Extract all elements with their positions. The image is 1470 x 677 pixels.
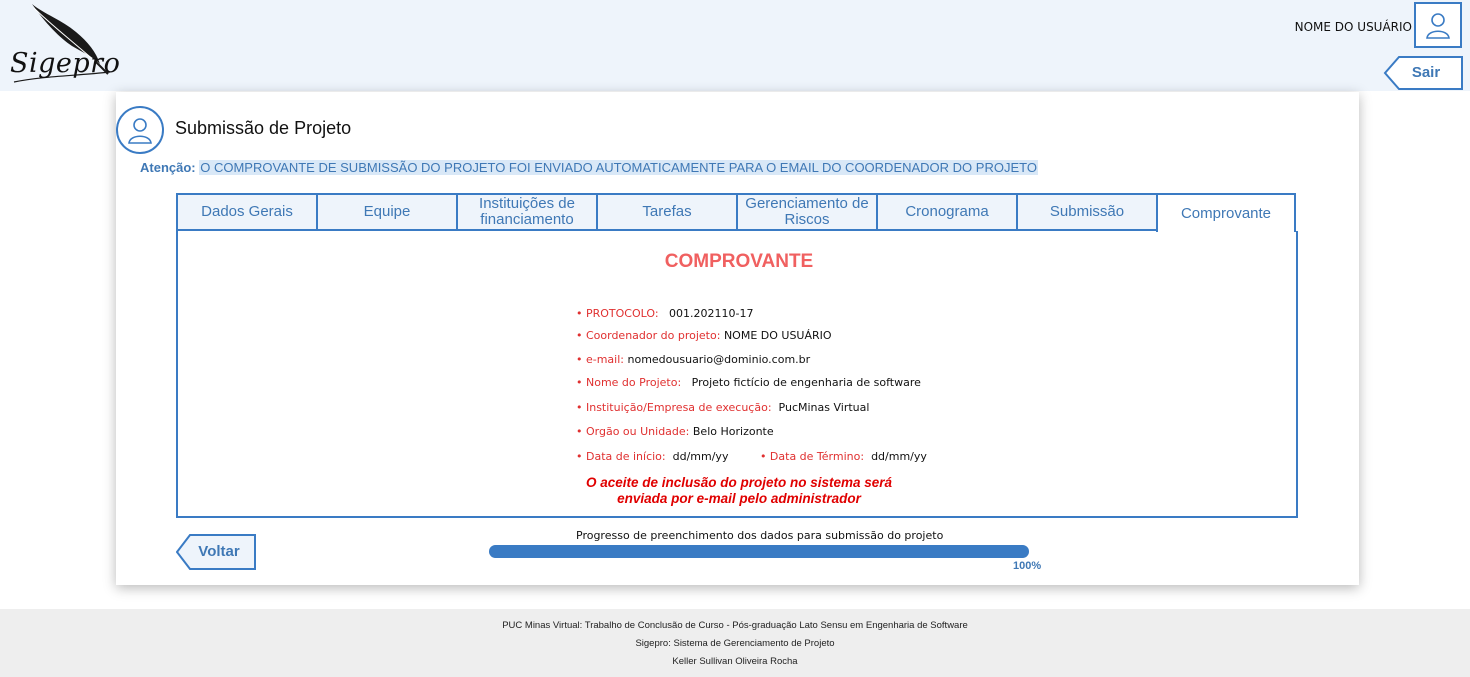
page-avatar [116,106,164,154]
top-header: Sigepro NOME DO USUÁRIO Sair [0,0,1470,91]
receipt-panel: COMPROVANTE • PROTOCOLO: 001.202110-17 •… [176,231,1298,518]
start-date-value: dd/mm/yy [672,450,729,463]
tab-equipe[interactable]: Equipe [316,193,456,231]
unit-label: • Orgão ou Unidade: [576,425,690,438]
tab-comprovante[interactable]: Comprovante [1156,193,1296,232]
attention-label: Atenção: [140,160,196,175]
progress-label: Progresso de preenchimento dos dados par… [576,529,944,542]
page-footer: PUC Minas Virtual: Trabalho de Conclusão… [0,609,1470,677]
attention-text: O COMPROVANTE DE SUBMISSÃO DO PROJETO FO… [199,160,1038,175]
tab-submissao[interactable]: Submissão [1016,193,1156,231]
protocol-label: • PROTOCOLO: [576,307,659,320]
user-avatar[interactable] [1414,2,1462,48]
progress-percent: 100% [1013,560,1042,572]
page-title: Submissão de Projeto [175,118,352,138]
acceptance-line-2: enviada por e-mail pelo administrador [617,491,861,506]
email-row: • e-mail: nomedousuario@dominio.com.br [576,353,810,366]
back-button[interactable]: Voltar [175,534,256,570]
project-value: Projeto fictício de engenharia de softwa… [691,376,921,389]
coordinator-label: • Coordenador do projeto: [576,329,721,342]
receipt-title: COMPROVANTE [664,251,814,272]
institution-label: • Instituição/Empresa de execução: [576,401,772,414]
user-name: NOME DO USUÁRIO [1294,20,1412,34]
submission-card: Submissão de Projeto Atenção: O COMPROVA… [116,92,1359,585]
tab-tarefas[interactable]: Tarefas [596,193,736,231]
user-icon [1426,13,1450,39]
attention-notice: Atenção: O COMPROVANTE DE SUBMISSÃO DO P… [140,160,1038,175]
logout-label: Sair [1411,64,1441,81]
tab-instituicoes[interactable]: Instituições de financiamento [456,193,596,231]
institution-value: PucMinas Virtual [778,401,870,414]
coordinator-row: • Coordenador do projeto: NOME DO USUÁRI… [576,329,832,342]
logo-text: Sigepro [10,48,121,79]
acceptance-note: O aceite de inclusão do projeto no siste… [178,475,1300,507]
back-label: Voltar [198,543,240,560]
protocol-value: 001.202110-17 [669,307,754,320]
project-label: • Nome do Projeto: [576,376,682,389]
tab-cronograma[interactable]: Cronograma [876,193,1016,231]
unit-value: Belo Horizonte [692,425,774,438]
user-icon [128,118,152,144]
footer-line-3: Keller Sullivan Oliveira Rocha [672,656,798,667]
logout-button[interactable]: Sair [1383,56,1463,90]
footer-line-2: Sigepro: Sistema de Gerenciamento de Pro… [635,638,835,649]
tab-dados-gerais[interactable]: Dados Gerais [176,193,316,231]
protocol-row: • PROTOCOLO: 001.202110-17 [576,307,754,320]
email-value: nomedousuario@dominio.com.br [627,353,811,366]
sigepro-logo[interactable]: Sigepro [4,2,120,90]
acceptance-line-1: O aceite de inclusão do projeto no siste… [585,475,893,490]
coordinator-value: NOME DO USUÁRIO [723,329,832,342]
progress-fill [489,545,1029,558]
tab-riscos[interactable]: Gerenciamento de Riscos [736,193,876,231]
email-label: • e-mail: [576,353,624,366]
end-date-value: dd/mm/yy [871,450,927,463]
institution-row: • Instituição/Empresa de execução: PucMi… [576,401,869,414]
footer-line-1: PUC Minas Virtual: Trabalho de Conclusão… [502,620,968,631]
end-date-label: • Data de Término: [759,450,865,463]
progress-bar [489,545,1029,558]
dates-row: • Data de início: dd/mm/yy • Data de Tér… [576,450,927,463]
tab-bar: Dados Gerais Equipe Instituições de fina… [176,193,1298,232]
project-row: • Nome do Projeto: Projeto fictício de e… [576,376,921,389]
start-date-label: • Data de início: [576,450,666,463]
unit-row: • Orgão ou Unidade: Belo Horizonte [576,425,774,438]
